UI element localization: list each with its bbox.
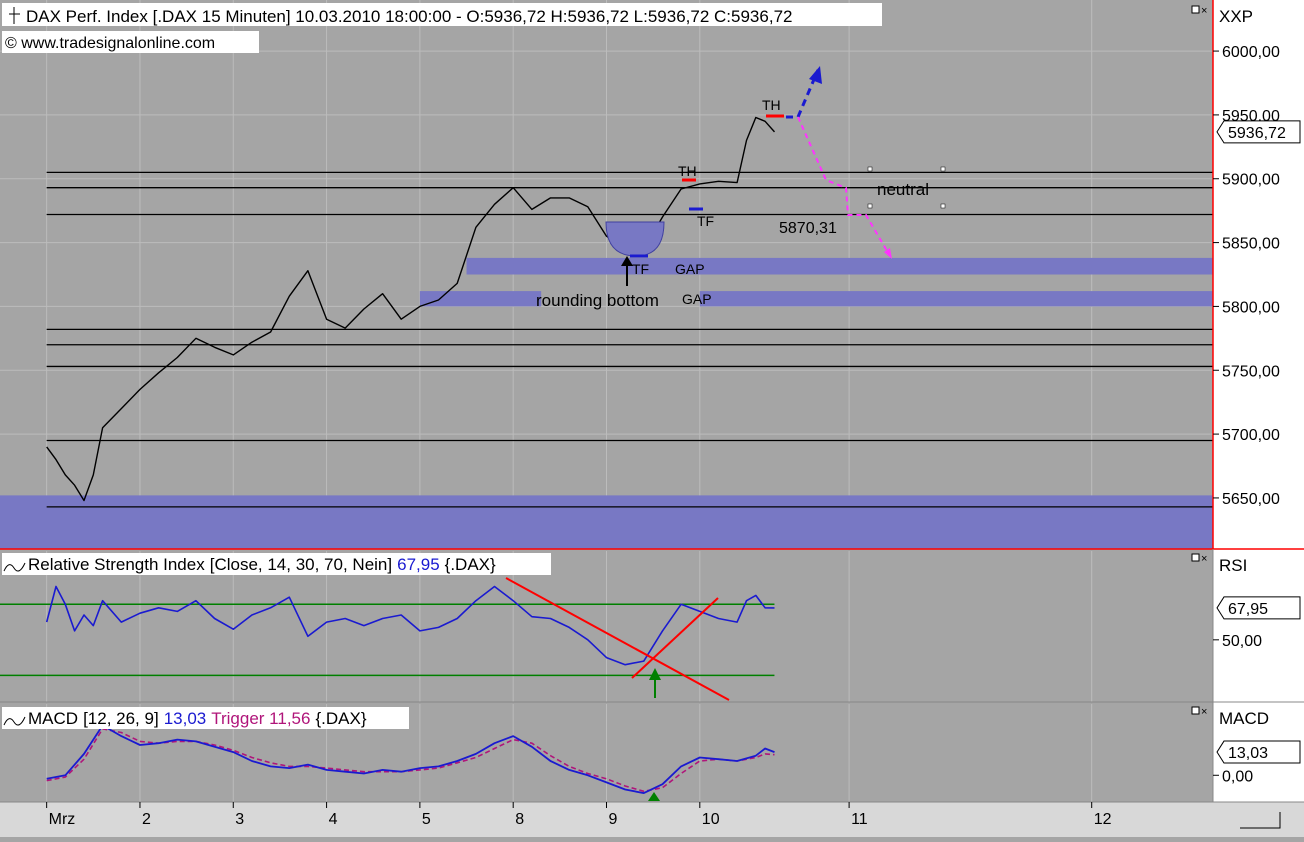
close-icon[interactable]: × xyxy=(1201,706,1207,718)
price-axis-tick-label: 5800,00 xyxy=(1222,299,1280,316)
price-axis-tick-label: 5750,00 xyxy=(1222,363,1280,380)
annotation-level: 5870,31 xyxy=(779,220,837,237)
gap-zone xyxy=(0,495,1213,549)
rsi-title-value: 67,95 xyxy=(397,555,440,574)
minimize-button[interactable] xyxy=(1191,5,1200,14)
neutral-box-handle[interactable] xyxy=(940,166,946,172)
macd-last-value-label: 13,03 xyxy=(1228,745,1268,762)
x-axis-tick-label: 3 xyxy=(235,811,244,828)
rsi-title-name: Relative Strength Index xyxy=(28,555,205,574)
price-scale-label: XXP xyxy=(1219,7,1253,26)
gap-zone xyxy=(466,257,1213,275)
rsi-title-symbol: {.DAX} xyxy=(445,555,496,574)
neutral-box-handle[interactable] xyxy=(867,203,873,209)
x-axis-tick-label: 10 xyxy=(702,811,720,828)
price-axis-tick-label: 5850,00 xyxy=(1222,236,1280,253)
macd-title-trigger: Trigger 11,56 xyxy=(211,709,310,728)
annotation-th-1: TH xyxy=(678,163,697,179)
price-last-value-label: 5936,72 xyxy=(1228,125,1286,142)
neutral-box-handle[interactable] xyxy=(940,203,946,209)
annotation-neutral: neutral xyxy=(877,180,929,199)
copyright-text: © www.tradesignalonline.com xyxy=(5,35,215,52)
rsi-scale-label: RSI xyxy=(1219,556,1247,575)
macd-title-params: [12, 26, 9] xyxy=(83,709,159,728)
minimize-button[interactable] xyxy=(1191,706,1200,715)
macd-axis-tick-label: 0,00 xyxy=(1222,768,1253,785)
x-axis-tick-label: 4 xyxy=(329,811,338,828)
macd-title-value: 13,03 xyxy=(164,709,207,728)
price-axis-tick-label: 5650,00 xyxy=(1222,491,1280,508)
macd-title-symbol: {.DAX} xyxy=(315,709,366,728)
neutral-box-handle[interactable] xyxy=(867,166,873,172)
x-axis-tick-label: 12 xyxy=(1094,811,1112,828)
x-axis-tick-label: 9 xyxy=(609,811,618,828)
gap-zone xyxy=(419,291,542,307)
price-axis-tick-label: 5700,00 xyxy=(1222,427,1280,444)
price-axis-tick-label: 5900,00 xyxy=(1222,172,1280,189)
x-axis-tick-label: 5 xyxy=(422,811,431,828)
price-axis-tick-label: 6000,00 xyxy=(1222,44,1280,61)
annotation-rounding-bottom: rounding bottom xyxy=(536,291,659,310)
x-axis-tick-label: 11 xyxy=(851,811,868,828)
rsi-axis-tick-label: 50,00 xyxy=(1222,633,1262,650)
rsi-title: Relative Strength Index [Close, 14, 30, 7… xyxy=(28,555,496,574)
gap-zone xyxy=(699,291,1213,307)
rsi-title-params: [Close, 14, 30, 70, Nein] xyxy=(210,555,392,574)
macd-title-name: MACD xyxy=(28,709,78,728)
annotation-th-2: TH xyxy=(762,97,781,113)
x-axis-tick-label: 2 xyxy=(142,811,151,828)
price-title: DAX Perf. Index [.DAX 15 Minuten] 10.03.… xyxy=(26,7,792,26)
chart-window: TH TF TH TF GAP GAP rounding bottom neut… xyxy=(0,0,1304,837)
close-icon[interactable]: × xyxy=(1201,553,1207,565)
close-icon[interactable]: × xyxy=(1201,5,1207,17)
rsi-last-value-label: 67,95 xyxy=(1228,601,1268,618)
minimize-button[interactable] xyxy=(1191,553,1200,562)
x-axis-tick-label: Mrz xyxy=(49,811,76,828)
chart-svg: TH TF TH TF GAP GAP rounding bottom neut… xyxy=(0,0,1304,837)
x-axis-tick-label: 8 xyxy=(515,811,524,828)
macd-scale-label: MACD xyxy=(1219,709,1269,728)
annotation-gap-2: GAP xyxy=(682,291,712,307)
annotation-tf-2: TF xyxy=(632,261,649,277)
annotation-tf-1: TF xyxy=(697,213,714,229)
annotation-gap-1: GAP xyxy=(675,261,705,277)
